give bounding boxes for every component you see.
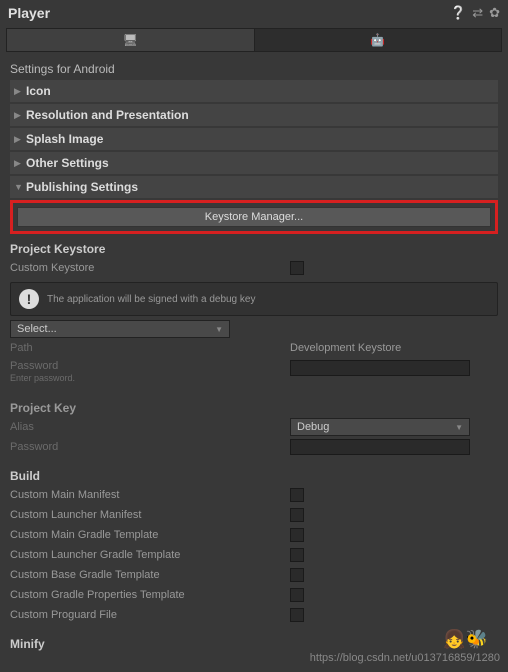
- key-password-input[interactable]: [290, 439, 470, 455]
- build-item-row: Custom Main Gradle Template: [10, 525, 498, 545]
- chevron-down-icon: ▼: [455, 423, 463, 432]
- chevron-right-icon: ▶: [14, 86, 26, 97]
- build-item-checkbox[interactable]: [290, 508, 304, 522]
- build-item-label: Custom Launcher Manifest: [10, 509, 290, 521]
- url-watermark: https://blog.csdn.net/u013716859/1280: [310, 652, 500, 664]
- build-item-row: Custom Launcher Gradle Template: [10, 545, 498, 565]
- custom-keystore-row: Custom Keystore: [10, 258, 498, 278]
- build-item-label: Custom Main Manifest: [10, 489, 290, 501]
- section-other[interactable]: ▶ Other Settings: [10, 152, 498, 174]
- section-title: Other Settings: [26, 156, 109, 170]
- tab-standalone[interactable]: 🖥: [7, 29, 255, 51]
- build-item-checkbox[interactable]: [290, 588, 304, 602]
- keystore-password-input[interactable]: [290, 360, 470, 376]
- keystore-manager-button[interactable]: Keystore Manager...: [17, 207, 491, 227]
- build-title: Build: [10, 467, 498, 485]
- alias-dropdown[interactable]: Debug ▼: [290, 418, 470, 436]
- custom-keystore-checkbox[interactable]: [290, 261, 304, 275]
- key-password-label: Password: [10, 441, 290, 453]
- chevron-down-icon: ▼: [215, 325, 223, 334]
- section-title: Resolution and Presentation: [26, 108, 189, 122]
- build-item-row: Custom Proguard File: [10, 605, 498, 625]
- build-item-label: Custom Launcher Gradle Template: [10, 549, 290, 561]
- info-box: ! The application will be signed with a …: [10, 282, 498, 316]
- dropdown-value: Debug: [297, 421, 329, 433]
- chevron-right-icon: ▶: [14, 134, 26, 145]
- settings-icon[interactable]: ✿: [489, 5, 500, 21]
- info-text: The application will be signed with a de…: [47, 294, 255, 305]
- build-item-label: Custom Main Gradle Template: [10, 529, 290, 541]
- android-icon: 🤖: [370, 33, 385, 47]
- build-item-row: Custom Launcher Manifest: [10, 505, 498, 525]
- path-row: Path Development Keystore: [10, 338, 498, 358]
- section-splash[interactable]: ▶ Splash Image: [10, 128, 498, 150]
- keystore-select-dropdown[interactable]: Select... ▼: [10, 320, 230, 338]
- panel-header: Player ❔ ⇄ ✿: [0, 0, 508, 26]
- build-item-row: Custom Main Manifest: [10, 485, 498, 505]
- section-title: Icon: [26, 84, 51, 98]
- password-hint: Enter password.: [10, 373, 290, 383]
- section-icon[interactable]: ▶ Icon: [10, 80, 498, 102]
- platform-tabs: 🖥 🤖: [6, 28, 502, 52]
- settings-for-label: Settings for Android: [10, 58, 498, 80]
- chevron-down-icon: ▼: [14, 182, 26, 192]
- panel-title: Player: [8, 5, 50, 21]
- section-publishing[interactable]: ▼ Publishing Settings: [10, 176, 498, 198]
- tab-android[interactable]: 🤖: [255, 29, 502, 51]
- chevron-right-icon: ▶: [14, 110, 26, 121]
- info-icon: !: [19, 289, 39, 309]
- custom-keystore-label: Custom Keystore: [10, 262, 290, 274]
- password-label: Password Enter password.: [10, 360, 290, 383]
- monitor-icon: 🖥: [123, 33, 138, 47]
- minify-title: Minify: [10, 635, 498, 653]
- section-resolution[interactable]: ▶ Resolution and Presentation: [10, 104, 498, 126]
- section-title: Splash Image: [26, 132, 103, 146]
- build-item-checkbox[interactable]: [290, 528, 304, 542]
- build-item-row: Custom Base Gradle Template: [10, 565, 498, 585]
- alias-row: Alias Debug ▼: [10, 417, 498, 437]
- help-icon[interactable]: ❔: [450, 5, 466, 21]
- keystore-password-row: Password Enter password.: [10, 358, 498, 389]
- build-item-checkbox[interactable]: [290, 548, 304, 562]
- chevron-right-icon: ▶: [14, 158, 26, 169]
- project-key-title: Project Key: [10, 399, 498, 417]
- key-password-row: Password: [10, 437, 498, 457]
- content-area: Settings for Android ▶ Icon ▶ Resolution…: [0, 54, 508, 657]
- build-item-checkbox[interactable]: [290, 488, 304, 502]
- build-item-label: Custom Proguard File: [10, 609, 290, 621]
- build-item-label: Custom Base Gradle Template: [10, 569, 290, 581]
- build-item-row: Custom Gradle Properties Template: [10, 585, 498, 605]
- dropdown-label: Select...: [17, 323, 57, 335]
- section-title: Publishing Settings: [26, 180, 138, 194]
- avatar-watermark: 👧🐝: [443, 629, 488, 650]
- alias-label: Alias: [10, 421, 290, 433]
- build-item-label: Custom Gradle Properties Template: [10, 589, 290, 601]
- path-value: Development Keystore: [290, 342, 401, 354]
- build-list: Custom Main Manifest Custom Launcher Mani…: [10, 485, 498, 625]
- presets-icon[interactable]: ⇄: [472, 5, 483, 21]
- path-label: Path: [10, 342, 290, 354]
- project-keystore-title: Project Keystore: [10, 240, 498, 258]
- highlight-annotation: Keystore Manager...: [10, 200, 498, 234]
- build-item-checkbox[interactable]: [290, 568, 304, 582]
- header-icons: ❔ ⇄ ✿: [450, 5, 500, 21]
- build-item-checkbox[interactable]: [290, 608, 304, 622]
